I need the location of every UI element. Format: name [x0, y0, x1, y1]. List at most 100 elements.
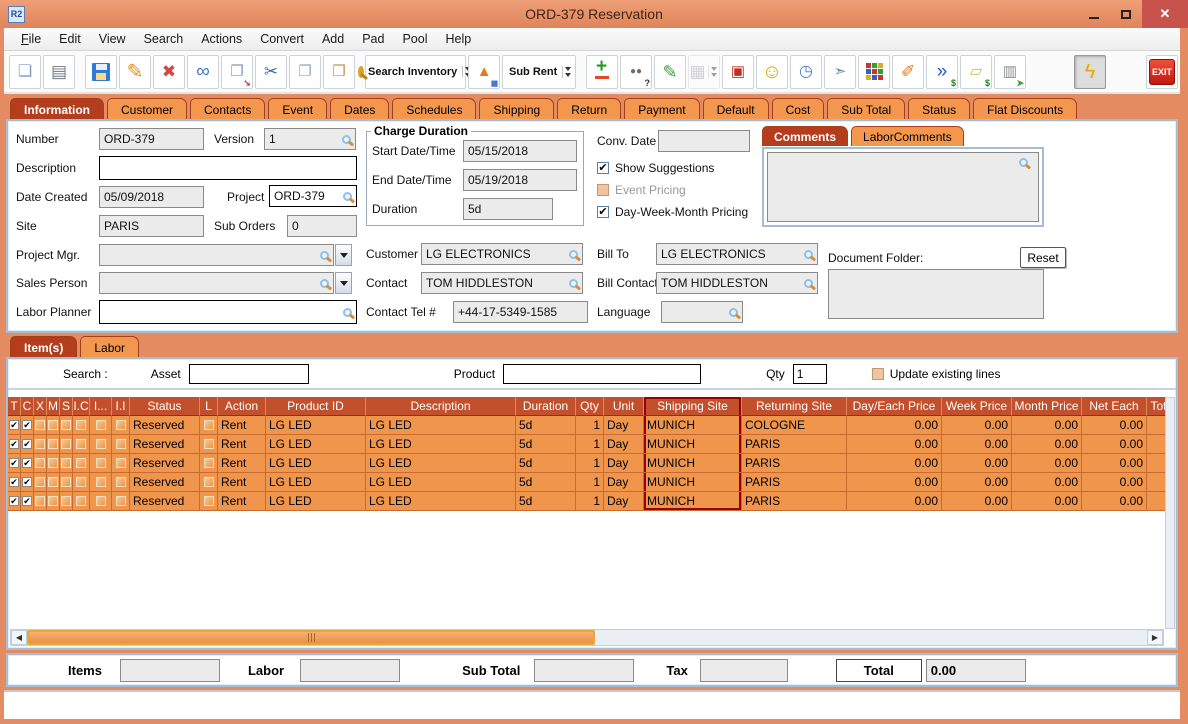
project-mgr-field[interactable] — [99, 244, 334, 266]
column-header-t[interactable]: T — [8, 397, 21, 416]
menu-add[interactable]: Add — [313, 30, 353, 48]
cell-shipping-site[interactable]: MUNICH — [644, 435, 742, 454]
row-checkbox-c[interactable]: ✔ — [22, 477, 32, 487]
row-checkbox-i-[interactable] — [96, 477, 106, 487]
cell-x[interactable] — [34, 454, 47, 473]
cell-c[interactable]: ✔ — [21, 492, 34, 511]
customer-field[interactable]: LG ELECTRONICS — [421, 243, 583, 265]
cell-s[interactable] — [60, 492, 73, 511]
save-button[interactable] — [85, 55, 117, 89]
cell-qty[interactable]: 1 — [576, 435, 604, 454]
column-header-l[interactable]: L — [200, 397, 218, 416]
cell-shipping-site[interactable]: MUNICH — [644, 492, 742, 511]
tab-default[interactable]: Default — [703, 98, 769, 120]
cell-action[interactable]: Rent — [218, 454, 266, 473]
cell-status[interactable]: Reserved — [130, 473, 200, 492]
cell-product-id[interactable]: LG LED — [266, 473, 366, 492]
cell-returning-site[interactable]: PARIS — [742, 492, 847, 511]
row-checkbox-l[interactable] — [204, 496, 214, 506]
row-checkbox-l[interactable] — [204, 439, 214, 449]
cell-m[interactable] — [47, 492, 60, 511]
cell-net-each[interactable]: 0.00 — [1082, 492, 1147, 511]
cell-i-i[interactable] — [112, 473, 130, 492]
tab-shipping[interactable]: Shipping — [479, 98, 554, 120]
scroll-left-arrow[interactable]: ◀ — [11, 630, 27, 645]
tab-comments[interactable]: Comments — [762, 126, 848, 146]
sub-rent-button[interactable]: Sub Rent — [502, 55, 576, 89]
asset-input[interactable] — [189, 364, 309, 384]
row-checkbox-x[interactable] — [35, 458, 45, 468]
row-checkbox-i-i[interactable] — [116, 420, 126, 430]
cell-returning-site[interactable]: PARIS — [742, 454, 847, 473]
column-header-qty[interactable]: Qty — [576, 397, 604, 416]
row-checkbox-i-i[interactable] — [116, 458, 126, 468]
cell-l[interactable] — [200, 435, 218, 454]
cell-duration[interactable]: 5d — [516, 454, 576, 473]
bill-to-field[interactable]: LG ELECTRONICS — [656, 243, 818, 265]
menu-pad[interactable]: Pad — [353, 30, 393, 48]
dropdown-arrow-icon[interactable] — [708, 66, 719, 78]
tab-sub-total[interactable]: Sub Total — [827, 98, 905, 120]
column-header-i-i[interactable]: I.I — [112, 397, 130, 416]
tab-dates[interactable]: Dates — [330, 98, 389, 120]
cell-product-id[interactable]: LG LED — [266, 454, 366, 473]
cell-duration[interactable]: 5d — [516, 473, 576, 492]
menu-actions[interactable]: Actions — [192, 30, 251, 48]
column-header-month-price[interactable]: Month Price — [1012, 397, 1082, 416]
cell-day-each-price[interactable]: 0.00 — [847, 473, 942, 492]
cell-shipping-site[interactable]: MUNICH — [644, 473, 742, 492]
cell-qty[interactable]: 1 — [576, 473, 604, 492]
dropdown-arrow-icon[interactable] — [562, 66, 573, 78]
tab-information[interactable]: Information — [10, 98, 104, 120]
column-header-product-id[interactable]: Product ID — [266, 397, 366, 416]
cell-i-i[interactable] — [112, 435, 130, 454]
cell-t[interactable]: ✔ — [8, 492, 21, 511]
cell-day-each-price[interactable]: 0.00 — [847, 435, 942, 454]
cell-description[interactable]: LG LED — [366, 416, 516, 435]
scrollbar-thumb[interactable] — [27, 630, 595, 645]
vertical-scrollbar[interactable] — [1165, 397, 1175, 629]
cell-qty[interactable]: 1 — [576, 454, 604, 473]
reset-button[interactable]: Reset — [1020, 247, 1066, 268]
tab-contacts[interactable]: Contacts — [190, 98, 265, 120]
find-binoculars-button[interactable]: ∞ — [187, 55, 219, 89]
goto-items-button[interactable]: ▲◼ — [468, 55, 500, 89]
search-icon[interactable] — [569, 250, 578, 259]
row-checkbox-s[interactable] — [61, 496, 71, 506]
column-header-tot[interactable]: Tot — [1147, 397, 1166, 416]
search-icon[interactable] — [804, 250, 813, 259]
project-field[interactable]: ORD-379 — [269, 185, 357, 207]
maximize-button[interactable] — [1110, 0, 1142, 28]
row-checkbox-t[interactable]: ✔ — [9, 439, 19, 449]
sales-person-field[interactable] — [99, 272, 334, 294]
column-header-status[interactable]: Status — [130, 397, 200, 416]
bill-contact-field[interactable]: TOM HIDDLESTON — [656, 272, 818, 294]
search-icon[interactable] — [320, 279, 329, 288]
cell-month-price[interactable]: 0.00 — [1012, 454, 1082, 473]
cell-c[interactable]: ✔ — [21, 454, 34, 473]
cell-status[interactable]: Reserved — [130, 416, 200, 435]
menu-pool[interactable]: Pool — [393, 30, 436, 48]
row-checkbox-x[interactable] — [35, 477, 45, 487]
cell-i-[interactable] — [90, 416, 112, 435]
cell-description[interactable]: LG LED — [366, 435, 516, 454]
close-button[interactable]: ✕ — [1142, 0, 1188, 28]
cell-unit[interactable]: Day — [604, 416, 644, 435]
cell-unit[interactable]: Day — [604, 454, 644, 473]
project-mgr-dropdown-button[interactable] — [335, 244, 352, 266]
tab-schedules[interactable]: Schedules — [392, 98, 476, 120]
cell-t[interactable]: ✔ — [8, 435, 21, 454]
cell-m[interactable] — [47, 435, 60, 454]
tab-cost[interactable]: Cost — [772, 98, 825, 120]
quick-action-button[interactable]: ϟ — [1074, 55, 1106, 89]
cell-t[interactable]: ✔ — [8, 454, 21, 473]
cell-status[interactable]: Reserved — [130, 454, 200, 473]
column-header-i-[interactable]: I... — [90, 397, 112, 416]
labor-planner-field[interactable] — [99, 300, 357, 324]
minimize-button[interactable] — [1078, 0, 1110, 28]
cell-i-[interactable] — [90, 454, 112, 473]
cell-x[interactable] — [34, 416, 47, 435]
cell-x[interactable] — [34, 473, 47, 492]
cell-l[interactable] — [200, 492, 218, 511]
update-existing-lines-checkbox[interactable] — [872, 368, 884, 380]
